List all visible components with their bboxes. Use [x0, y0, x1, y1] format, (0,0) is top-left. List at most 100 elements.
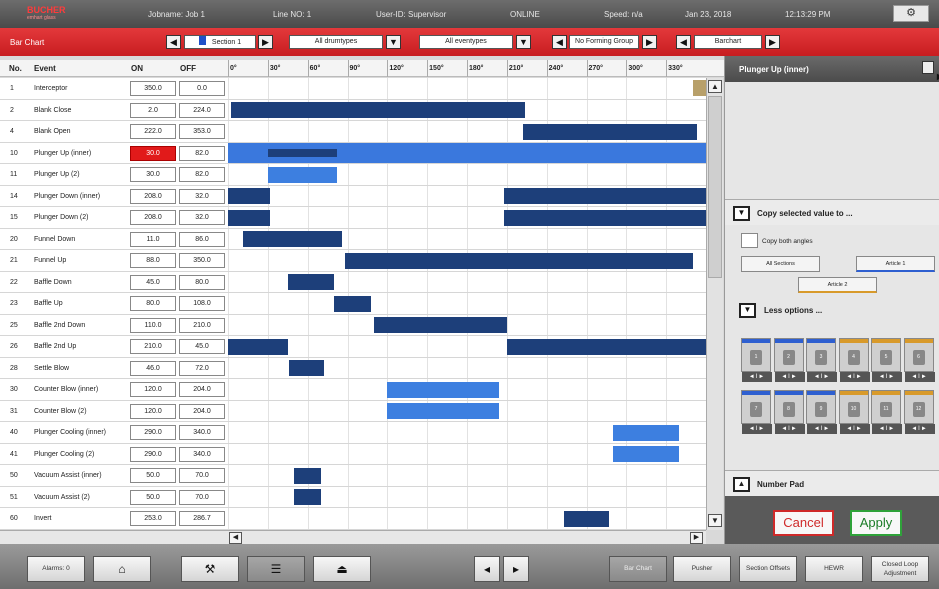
timing-bar[interactable] [522, 123, 697, 140]
off-angle-field[interactable]: 82.0 [179, 145, 225, 161]
on-angle-field[interactable]: 30.0 [130, 167, 176, 182]
article-2-button[interactable]: Article 2 [798, 277, 877, 293]
scroll-left-button[interactable]: ◀ [229, 532, 242, 544]
on-angle-field[interactable]: 80.0 [130, 296, 176, 311]
table-row[interactable]: 51 Vacuum Assist (2) 50.0 70.0 [0, 487, 706, 508]
table-row[interactable]: 30 Counter Blow (inner) 120.0 204.0 [0, 379, 706, 401]
less-options-toggle[interactable]: ▼ Less options ... [725, 297, 939, 323]
section-tile[interactable]: 3 ◄I► [806, 338, 837, 382]
on-angle-field[interactable]: 50.0 [130, 468, 176, 483]
timing-bar[interactable] [294, 489, 321, 505]
bar-chart-button[interactable]: Bar Chart [609, 556, 667, 582]
on-angle-field[interactable]: 120.0 [130, 382, 176, 397]
timing-bar[interactable] [228, 188, 271, 204]
view-select[interactable]: Barchart [694, 35, 762, 49]
timing-bar[interactable] [287, 274, 335, 290]
drumtype-dropdown-button[interactable]: ▼ [386, 35, 401, 49]
timing-bar[interactable] [334, 295, 372, 312]
pusher-button[interactable]: Pusher [673, 556, 731, 582]
all-sections-button[interactable]: All Sections [741, 256, 820, 272]
off-angle-field[interactable]: 32.0 [179, 210, 225, 225]
tile-control[interactable]: ◄I► [774, 424, 805, 434]
page-prev-button[interactable]: ◂ [474, 556, 500, 582]
timing-bar[interactable] [267, 166, 337, 183]
article-1-button[interactable]: Article 1 [856, 256, 935, 272]
table-row[interactable]: 11 Plunger Up (2) 30.0 82.0 [0, 164, 706, 186]
eventtype-select[interactable]: All eventypes [419, 35, 513, 49]
tile-control[interactable]: ◄I► [839, 424, 870, 434]
closed-loop-adjustment-button[interactable]: Closed Loop Adjustment [871, 556, 929, 582]
timing-bar[interactable] [242, 231, 343, 247]
section-tile[interactable]: 6 ◄I► [903, 338, 935, 382]
section-next-button[interactable]: ▶ [258, 35, 273, 49]
on-angle-field[interactable]: 110.0 [130, 317, 176, 333]
tile-control[interactable]: ◄I► [774, 372, 805, 382]
tile-control[interactable]: ◄I► [904, 424, 935, 434]
hewr-button[interactable]: HEWR [805, 556, 863, 582]
section-tile[interactable]: 7 ◄I► [741, 390, 772, 434]
settings-button[interactable]: ⚙ [893, 5, 929, 22]
apply-button[interactable]: Apply [850, 510, 902, 536]
off-angle-field[interactable]: 340.0 [179, 425, 225, 440]
off-angle-field[interactable]: 70.0 [179, 489, 225, 505]
eventtype-dropdown-button[interactable]: ▼ [516, 35, 531, 49]
timing-bar[interactable] [613, 446, 680, 462]
off-angle-field[interactable]: 204.0 [179, 403, 225, 419]
section-tile[interactable]: 9 ◄I► [806, 390, 837, 434]
tile-control[interactable]: ◄I► [742, 372, 772, 382]
off-angle-field[interactable]: 340.0 [179, 446, 225, 462]
off-angle-field[interactable]: 72.0 [179, 360, 225, 376]
table-row[interactable]: 25 Baffle 2nd Down 110.0 210.0 [0, 315, 706, 336]
section-tile[interactable]: 12 ◄I► [903, 390, 935, 434]
table-row[interactable]: 50 Vacuum Assist (inner) 50.0 70.0 [0, 465, 706, 487]
vertical-scrollbar[interactable]: ▲ ▼ [706, 78, 723, 530]
alarms-button[interactable]: Alarms: 0 [27, 556, 85, 582]
tile-control[interactable]: ◄I► [742, 424, 772, 434]
section-tile[interactable]: 8 ◄I► [773, 390, 805, 434]
timing-bar[interactable] [228, 338, 288, 355]
off-angle-field[interactable]: 45.0 [179, 339, 225, 354]
scroll-right-button[interactable]: ▶ [690, 532, 703, 544]
forming-group-select[interactable]: No Forming Group [569, 35, 639, 49]
off-angle-field[interactable]: 350.0 [179, 253, 225, 268]
copy-both-angles-checkbox[interactable] [741, 233, 758, 248]
off-angle-field[interactable]: 0.0 [179, 81, 225, 96]
horizontal-scrollbar[interactable]: ◀ ▶ [228, 530, 706, 544]
home-button[interactable]: ⌂ [93, 556, 151, 582]
on-angle-field[interactable]: 210.0 [130, 339, 176, 354]
machine-button[interactable]: ⚒ [181, 556, 239, 582]
scroll-down-button[interactable]: ▼ [708, 514, 722, 527]
number-pad-toggle[interactable]: ▲ Number Pad [725, 470, 939, 496]
off-angle-field[interactable]: 353.0 [179, 124, 225, 139]
on-angle-field[interactable]: 350.0 [130, 81, 176, 96]
timing-bar[interactable] [504, 209, 706, 226]
section-tile[interactable]: 4 ◄I► [838, 338, 870, 382]
timing-bar[interactable] [228, 209, 271, 226]
off-angle-field[interactable]: 80.0 [179, 274, 225, 290]
on-angle-field[interactable]: 208.0 [130, 210, 176, 225]
on-angle-field[interactable]: 11.0 [130, 231, 176, 247]
list-view-button[interactable]: ☰ [247, 556, 305, 582]
table-row[interactable]: 22 Baffle Down 45.0 80.0 [0, 272, 706, 293]
timing-bar[interactable] [613, 424, 680, 441]
off-angle-field[interactable]: 210.0 [179, 317, 225, 333]
tile-control[interactable]: ◄I► [807, 372, 837, 382]
on-angle-field[interactable]: 253.0 [130, 511, 176, 526]
timing-bar[interactable] [294, 467, 321, 484]
timing-bar[interactable] [387, 381, 499, 398]
on-angle-field[interactable]: 88.0 [130, 253, 176, 268]
on-angle-field[interactable]: 222.0 [130, 124, 176, 139]
tile-control[interactable]: ◄I► [872, 424, 902, 434]
on-angle-field[interactable]: 50.0 [130, 489, 176, 505]
view-prev-button[interactable]: ◀ [676, 35, 691, 49]
copy-section-header[interactable]: ▼ Copy selected value to ... [725, 199, 939, 225]
timing-bar[interactable] [387, 403, 499, 419]
timing-bar[interactable] [374, 317, 507, 333]
forming-group-next-button[interactable]: ▶ [642, 35, 657, 49]
off-angle-field[interactable]: 32.0 [179, 188, 225, 204]
tile-control[interactable]: ◄I► [872, 372, 902, 382]
on-angle-field[interactable]: 45.0 [130, 274, 176, 290]
timing-bar[interactable] [267, 148, 337, 157]
view-next-button[interactable]: ▶ [765, 35, 780, 49]
section-tile[interactable]: 2 ◄I► [773, 338, 805, 382]
